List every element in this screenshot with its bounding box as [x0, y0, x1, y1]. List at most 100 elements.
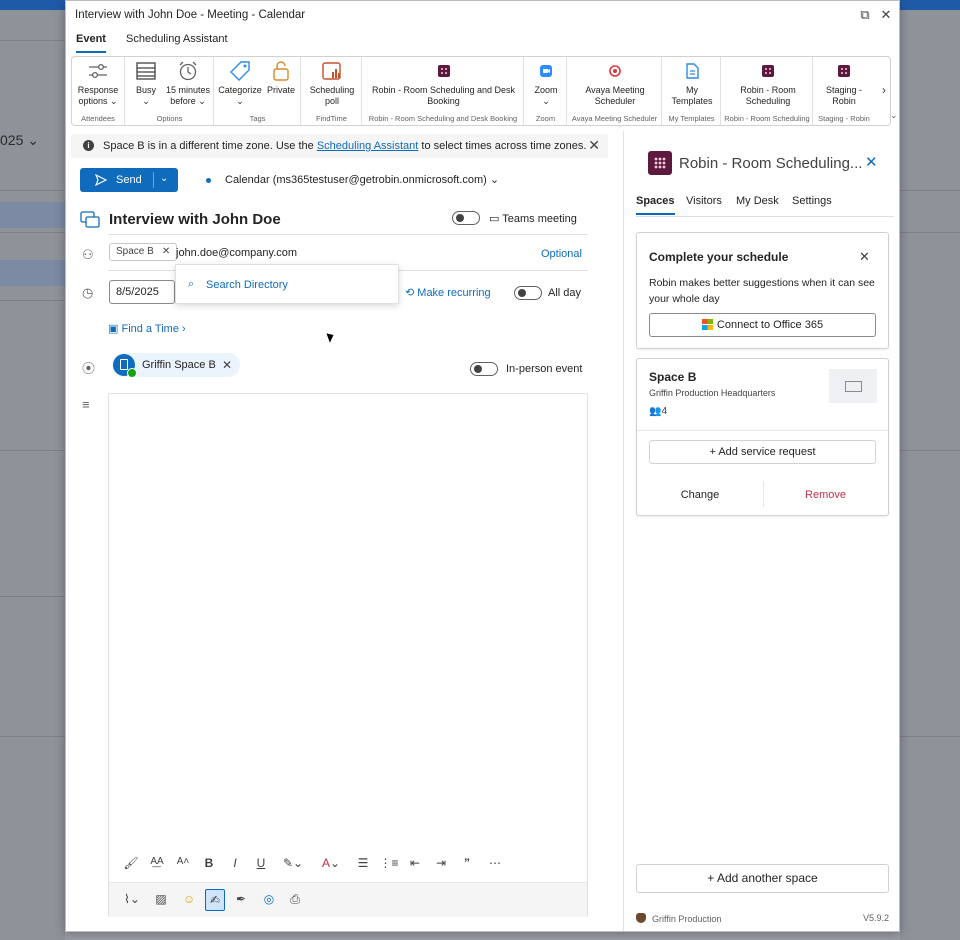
- ribbon-group-tags: Categorize ⌄ Private Tags: [215, 57, 301, 125]
- busy-button[interactable]: Busy ⌄: [130, 60, 162, 107]
- dismiss-banner-icon[interactable]: ✕: [588, 137, 600, 154]
- increase-indent-icon[interactable]: ⇥: [431, 856, 451, 870]
- remove-location-icon[interactable]: ✕: [222, 358, 232, 372]
- background-event: [0, 202, 65, 228]
- chevron-down-icon: ⌄: [489, 174, 500, 186]
- window-title: Interview with John Doe - Meeting - Cale…: [75, 9, 306, 21]
- teams-meeting-toggle[interactable]: [452, 211, 480, 225]
- tab-visitors[interactable]: Visitors: [686, 195, 722, 207]
- subject-field[interactable]: Interview with John Doe: [109, 211, 281, 228]
- loop-icon[interactable]: ◎: [259, 892, 279, 906]
- space-thumbnail: [829, 369, 877, 403]
- send-button[interactable]: Send ⌄: [80, 168, 178, 192]
- alarm-clock-icon: [179, 61, 197, 81]
- video-camera-icon: ▭: [489, 213, 500, 225]
- popout-icon[interactable]: ⧉: [856, 6, 874, 24]
- clock-icon: ◷: [82, 285, 94, 300]
- dismiss-card-icon[interactable]: ✕: [859, 249, 870, 265]
- bold-icon[interactable]: B: [199, 856, 219, 870]
- busy-status-icon: [136, 62, 156, 80]
- bullets-icon[interactable]: ☰: [353, 856, 373, 870]
- change-space-button[interactable]: Change: [637, 489, 763, 501]
- ribbon-expand-icon[interactable]: ⌄: [890, 110, 898, 121]
- reminder-button[interactable]: 15 minutes before ⌄: [164, 60, 212, 107]
- my-templates-button[interactable]: My Templates: [667, 60, 717, 107]
- body-editor[interactable]: 🖌 A͟A A˄ B I U ✎⌄ A⌄ ☰ ⋮≡ ⇤ ⇥ ” ⋯ ⌇⌄ ▨ ☺…: [108, 393, 588, 917]
- background-calendar-left: 025 ⌄: [0, 10, 65, 940]
- version-label: V5.9.2: [862, 913, 889, 923]
- ribbon-group-attendees: Response options ⌄ Attendees: [72, 57, 125, 125]
- meeting-window: Interview with John Doe - Meeting - Cale…: [65, 0, 900, 932]
- italic-icon[interactable]: I: [225, 856, 245, 870]
- poll-calendar-icon: [322, 62, 341, 80]
- decrease-indent-icon[interactable]: ⇤: [405, 856, 425, 870]
- robin-room-desk-button[interactable]: Robin - Room Scheduling and Desk Booking: [367, 60, 520, 107]
- highlight-icon[interactable]: ✎⌄: [279, 856, 307, 870]
- tab-spaces[interactable]: Spaces: [636, 195, 675, 215]
- door-icon: [120, 359, 128, 370]
- robin-logo-icon: [838, 65, 850, 77]
- editor-icon[interactable]: ✍: [205, 889, 225, 911]
- format-painter-icon[interactable]: 🖌: [121, 856, 141, 870]
- attendee-input[interactable]: john.doe@company.com: [176, 247, 297, 259]
- remove-attendee-icon[interactable]: ✕: [162, 246, 170, 257]
- template-document-icon: [686, 63, 699, 79]
- scheduling-assistant-link[interactable]: Scheduling Assistant: [317, 140, 419, 152]
- quote-icon[interactable]: ”: [457, 856, 477, 870]
- dictate-icon[interactable]: ⎙: [285, 892, 305, 907]
- ribbon-group-findtime: Scheduling poll FindTime: [302, 57, 362, 125]
- make-recurring-button[interactable]: ⟲ Make recurring: [405, 286, 491, 299]
- avaya-scheduler-button[interactable]: Avaya Meeting Scheduler: [571, 60, 659, 107]
- in-person-toggle[interactable]: [470, 362, 498, 376]
- tab-event[interactable]: Event: [76, 33, 106, 53]
- calendar-color-dot: [206, 177, 211, 183]
- location-chip[interactable]: Griffin Space B ✕: [112, 353, 240, 378]
- grow-font-icon[interactable]: A˄: [173, 856, 193, 867]
- search-directory-dropdown[interactable]: ⌕ Search Directory: [175, 264, 399, 304]
- tab-scheduling-assistant[interactable]: Scheduling Assistant: [126, 33, 228, 45]
- zoom-logo-icon: [540, 65, 552, 77]
- search-icon: ⌕: [188, 278, 195, 290]
- start-date-field[interactable]: 8/5/2025: [109, 280, 175, 304]
- close-window-icon[interactable]: ✕: [877, 6, 895, 24]
- title-bar: Interview with John Doe - Meeting - Cale…: [66, 1, 899, 29]
- tab-my-desk[interactable]: My Desk: [736, 195, 779, 207]
- calendar-selector[interactable]: Calendar (ms365testuser@getrobin.onmicro…: [206, 173, 499, 186]
- attach-icon[interactable]: ⌇⌄: [119, 892, 145, 906]
- response-options-button[interactable]: Response options ⌄: [74, 60, 122, 107]
- staging-robin-button[interactable]: Staging - Robin: [819, 60, 869, 107]
- underline-icon[interactable]: U: [251, 856, 271, 870]
- private-button[interactable]: Private: [263, 60, 299, 96]
- signature-icon[interactable]: ✒: [231, 892, 251, 906]
- add-service-request-button[interactable]: + Add service request: [649, 440, 876, 464]
- image-icon[interactable]: ▨: [151, 892, 171, 906]
- find-a-time-link[interactable]: ▣ Find a Time ›: [108, 322, 186, 335]
- background-event: [0, 260, 65, 286]
- tab-settings[interactable]: Settings: [792, 195, 832, 207]
- robin-logo-icon: [437, 65, 450, 77]
- close-pane-icon[interactable]: ✕: [865, 153, 878, 171]
- avaya-logo-icon: [609, 65, 621, 77]
- categorize-button[interactable]: Categorize ⌄: [218, 60, 262, 107]
- robin-tabs: Spaces Visitors My Desk Settings: [636, 195, 894, 217]
- ribbon-scroll-right-icon[interactable]: ›: [882, 83, 886, 97]
- timezone-banner: i Space B is in a different time zone. U…: [71, 134, 608, 158]
- emoji-icon[interactable]: ☺: [179, 892, 199, 906]
- microsoft-logo-icon: [701, 319, 713, 330]
- remove-space-button[interactable]: Remove: [763, 489, 888, 501]
- zoom-button[interactable]: Zoom ⌄: [528, 60, 564, 107]
- numbering-icon[interactable]: ⋮≡: [379, 856, 399, 870]
- font-color-icon[interactable]: A⌄: [317, 856, 345, 870]
- connect-office-button[interactable]: Connect to Office 365: [649, 313, 876, 337]
- add-another-space-button[interactable]: + Add another space: [636, 864, 889, 893]
- font-size-icon[interactable]: A͟A: [147, 856, 167, 867]
- all-day-toggle[interactable]: [514, 286, 542, 300]
- optional-attendees-link[interactable]: Optional: [541, 248, 582, 260]
- attendee-chip-space-b[interactable]: Space B ✕: [109, 243, 178, 261]
- ribbon-group-avaya: Avaya Meeting Scheduler Avaya Meeting Sc…: [568, 57, 662, 125]
- more-options-icon[interactable]: ⋯: [485, 856, 505, 870]
- send-options-chevron-icon[interactable]: ⌄: [160, 173, 168, 184]
- robin-room-scheduling-button[interactable]: Robin - Room Scheduling: [726, 60, 810, 107]
- scheduling-poll-button[interactable]: Scheduling poll: [306, 60, 358, 107]
- background-calendar-right: [900, 10, 960, 940]
